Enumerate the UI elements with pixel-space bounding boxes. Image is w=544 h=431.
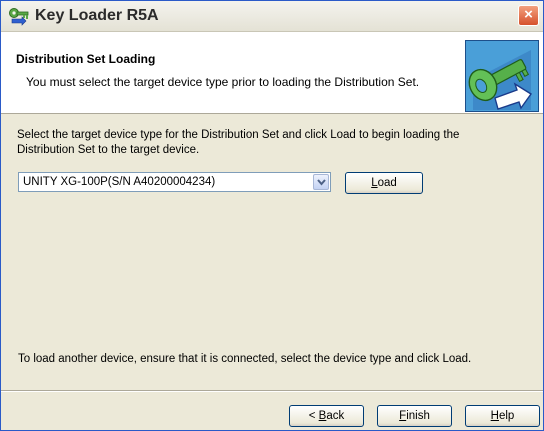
back-label: ack <box>326 410 345 422</box>
load-label: oad <box>377 177 397 189</box>
chevron-down-icon <box>317 179 326 186</box>
device-type-value: UNITY XG-100P(S/N A40200004234) <box>23 176 216 188</box>
title-bar[interactable]: Key Loader R5A × <box>1 1 543 32</box>
footer-divider <box>1 390 543 392</box>
key-arrow-icon <box>465 40 539 112</box>
instruction-text: Select the target device type for the Di… <box>17 129 460 156</box>
help-label: elp <box>498 410 515 422</box>
help-button[interactable]: Help <box>465 405 540 427</box>
back-button[interactable]: < Back <box>289 405 364 427</box>
footer-note: To load another device, ensure that it i… <box>18 353 472 365</box>
device-type-dropdown[interactable]: UNITY XG-100P(S/N A40200004234) <box>18 172 331 192</box>
help-mnemonic: H <box>490 410 499 422</box>
key-loader-window: Key Loader R5A × Distribution Set Loadin… <box>0 0 544 431</box>
page-subtitle: You must select the target device type p… <box>26 75 420 89</box>
window-title: Key Loader R5A <box>35 7 159 24</box>
wizard-header: Distribution Set Loading You must select… <box>1 32 543 114</box>
dropdown-arrow-button[interactable] <box>313 174 329 190</box>
finish-label: inish <box>406 410 430 422</box>
app-key-icon <box>8 6 30 26</box>
close-button[interactable]: × <box>518 5 539 26</box>
load-button[interactable]: Load <box>345 172 423 194</box>
page-title: Distribution Set Loading <box>16 52 156 66</box>
finish-button[interactable]: Finish <box>377 405 452 427</box>
back-prefix: < <box>308 410 319 422</box>
